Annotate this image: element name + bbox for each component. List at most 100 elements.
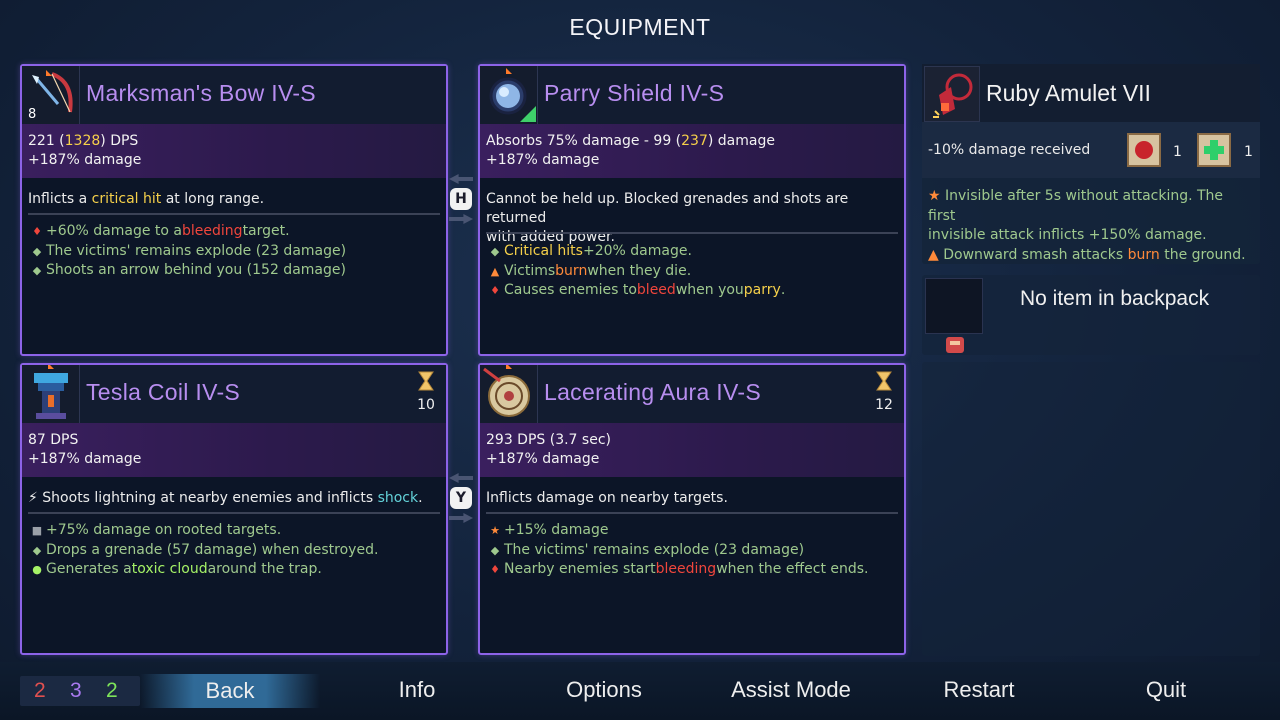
- amulet-icon: [924, 66, 980, 122]
- desc-highlight: critical hit: [91, 191, 162, 207]
- affix-text: .: [780, 282, 786, 298]
- affix-item: ♦ +60% damage to a bleeding target.: [28, 222, 440, 242]
- affix-highlight: parry: [743, 282, 781, 298]
- back-button[interactable]: Back: [140, 674, 320, 708]
- divider: [28, 213, 440, 215]
- hourglass-icon: [876, 371, 892, 391]
- affix-list: ■ +75% damage on rooted targets. ◆ Drops a…: [28, 521, 440, 580]
- aura-icon: [480, 363, 538, 423]
- desc-highlight: shock: [377, 490, 419, 506]
- item-card-bow[interactable]: 8 Marksman's Bow IV-S 221 (1328) DPS +18…: [20, 64, 448, 356]
- hourglass-icon: [418, 371, 434, 391]
- affix-text: The victims' remains explode (23 damage): [504, 541, 805, 558]
- lightning-icon: ⚡: [28, 490, 38, 506]
- divider: [486, 232, 898, 234]
- item-stats: 293 DPS (3.7 sec) +187% damage: [480, 423, 904, 477]
- divider: [486, 512, 898, 514]
- affix-text: Generates a: [46, 561, 132, 577]
- affix-text: Causes enemies to: [504, 282, 637, 298]
- item-description: Cannot be held up. Blocked grenades and …: [486, 190, 898, 247]
- quit-button[interactable]: Quit: [1116, 677, 1216, 703]
- backpack-empty-text: No item in backpack: [1020, 287, 1210, 310]
- desc-text: at long range.: [161, 191, 265, 207]
- affix-text: Nearby enemies start: [504, 561, 656, 577]
- options-button[interactable]: Options: [534, 677, 674, 703]
- item-card-tesla[interactable]: Tesla Coil IV-S 10 87 DPS +187% damage ⚡…: [20, 363, 448, 655]
- affix-text: invisible attack inflicts +150% damage.: [928, 227, 1207, 243]
- shield-icon: [480, 66, 538, 124]
- affix-item: ● Generates a toxic cloud around the trap…: [28, 560, 440, 580]
- affix-text: Shoots an arrow behind you (152 damage): [46, 262, 346, 278]
- damage-bonus: +187% damage: [28, 451, 142, 467]
- item-stats: Absorbs 75% damage - 99 (237) damage +18…: [480, 124, 904, 178]
- affix-text: +20% damage.: [582, 243, 692, 259]
- diamond-bullet-icon: ◆: [32, 264, 42, 277]
- affix-text: when the effect ends.: [716, 561, 869, 577]
- info-button[interactable]: Info: [357, 677, 477, 703]
- affix-item: ◆ Drops a grenade (57 damage) when destro…: [28, 541, 440, 561]
- affix-text: Victims: [504, 262, 556, 279]
- swap-key-button[interactable]: H: [450, 188, 472, 210]
- bow-icon: 8: [22, 66, 80, 124]
- dps-value: 221 (: [28, 133, 65, 149]
- scroll-red-count: 1: [1173, 144, 1182, 160]
- item-description: Inflicts damage on nearby targets.: [486, 489, 898, 508]
- desc-text: Inflicts damage on nearby targets.: [486, 490, 728, 506]
- stat-text: Absorbs 75% damage - 99 (: [486, 133, 682, 149]
- affix-text: +75% damage on rooted targets.: [46, 522, 282, 538]
- desc-text: Inflicts a: [28, 191, 92, 207]
- restart-button[interactable]: Restart: [914, 677, 1044, 703]
- counter-purple: 3: [70, 679, 82, 702]
- affix-highlight: Critical hits: [504, 243, 583, 259]
- affix-item: ♦ Nearby enemies start bleeding when the …: [486, 560, 898, 580]
- dps-value: 87 DPS: [28, 432, 79, 448]
- affix-text: when they die.: [587, 262, 692, 279]
- affix-text: around the trap.: [207, 561, 322, 577]
- diamond-bullet-icon: ◆: [32, 244, 42, 258]
- arrow-left-icon: [449, 174, 473, 184]
- affix-highlight: bleeding: [655, 561, 717, 577]
- amulet-panel[interactable]: Ruby Amulet VII -10% damage received 1 1…: [922, 64, 1260, 264]
- scroll-green-icon: [1192, 128, 1236, 172]
- affix-item: ★ Invisible after 5s without attacking. …: [928, 187, 1254, 226]
- affix-text: +60% damage to a: [46, 223, 183, 239]
- affix-text: Invisible after 5s without attacking. Th…: [928, 188, 1224, 224]
- arrow-left-icon: [449, 473, 473, 483]
- affix-text: The victims' remains explode (23 damage): [46, 242, 347, 259]
- scroll-green-count: 1: [1244, 144, 1253, 160]
- affix-item: ◆ The victims' remains explode (23 damage…: [486, 541, 898, 561]
- affix-text: Drops a grenade (57 damage) when destroy…: [46, 541, 379, 558]
- affix-item: ◆ The victims' remains explode (23 damage…: [28, 242, 440, 262]
- blood-drop-icon: ♦: [490, 284, 500, 297]
- affix-item: ▲ Victims burn when they die.: [486, 262, 898, 282]
- side-panel-empty: [922, 362, 1260, 656]
- item-card-shield[interactable]: Parry Shield IV-S Absorbs 75% damage - 9…: [478, 64, 906, 356]
- diamond-bullet-icon: ◆: [32, 543, 42, 557]
- item-card-aura[interactable]: Lacerating Aura IV-S 12 293 DPS (3.7 sec…: [478, 363, 906, 655]
- desc-text: .: [418, 490, 423, 506]
- card-header: Lacerating Aura IV-S 12: [480, 363, 904, 423]
- flame-icon: ▲: [490, 264, 500, 278]
- affix-text: the ground.: [1159, 246, 1246, 263]
- affix-highlight: burn: [1127, 246, 1160, 263]
- cooldown-timer: 10: [414, 371, 438, 413]
- card-header: Tesla Coil IV-S 10: [22, 363, 446, 423]
- arrow-right-icon: [449, 513, 473, 523]
- item-description: Inflicts a critical hit at long range.: [28, 190, 440, 209]
- item-stats: 221 (1328) DPS +187% damage: [22, 124, 446, 178]
- blood-drop-icon: ♦: [32, 225, 42, 238]
- backpack-panel[interactable]: No item in backpack: [922, 275, 1260, 355]
- toxic-cloud-icon: ●: [32, 563, 42, 576]
- affix-text: +15% damage: [504, 522, 609, 538]
- affix-list: ◆ Critical hits +20% damage. ▲ Victims bur…: [486, 242, 898, 301]
- backpack-slot[interactable]: [925, 278, 983, 334]
- swap-key-button[interactable]: Y: [450, 487, 472, 509]
- counter-red: 2: [34, 679, 46, 702]
- dps-value: 293 DPS (3.7 sec): [486, 432, 611, 448]
- affix-list: ★ +15% damage ◆ The victims' remains explo…: [486, 521, 898, 580]
- assist-mode-button[interactable]: Assist Mode: [706, 677, 876, 703]
- desc-text: Shoots lightning at nearby enemies and i…: [42, 490, 378, 506]
- affix-highlight: burn: [555, 262, 588, 279]
- flame-icon: ▲: [928, 246, 939, 263]
- cooldown-value: 12: [875, 397, 893, 413]
